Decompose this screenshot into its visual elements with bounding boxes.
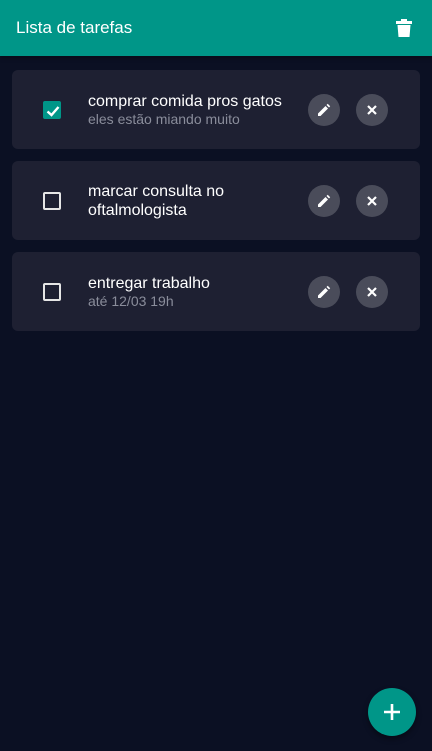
task-text: entregar trabalho até 12/03 19h — [88, 274, 294, 310]
pencil-icon — [318, 103, 331, 116]
page-title: Lista de tarefas — [16, 18, 133, 37]
task-checkbox[interactable] — [43, 282, 61, 301]
task-card: marcar consulta no oftalmologista — [12, 161, 420, 240]
task-text: comprar comida pros gatos eles estão mia… — [88, 92, 294, 128]
check-icon — [46, 105, 60, 117]
task-title: comprar comida pros gatos — [88, 92, 282, 110]
app-bar: Lista de tarefas — [0, 0, 432, 56]
task-subtitle: até 12/03 19h — [88, 292, 174, 309]
edit-button[interactable] — [308, 93, 340, 126]
close-icon — [367, 195, 377, 206]
add-task-button[interactable] — [368, 688, 416, 736]
task-card: comprar comida pros gatos eles estão mia… — [12, 70, 420, 149]
plus-icon — [384, 704, 400, 720]
delete-button[interactable] — [356, 184, 388, 217]
trash-icon[interactable] — [392, 16, 416, 40]
edit-button[interactable] — [308, 275, 340, 308]
close-icon — [367, 286, 377, 297]
pencil-icon — [318, 194, 331, 207]
pencil-icon — [318, 285, 331, 298]
task-checkbox[interactable] — [43, 191, 61, 210]
task-list: comprar comida pros gatos eles estão mia… — [12, 70, 420, 343]
edit-button[interactable] — [308, 184, 340, 217]
task-subtitle: eles estão miando muito — [88, 110, 240, 127]
close-icon — [367, 104, 377, 115]
delete-button[interactable] — [356, 93, 388, 126]
task-title: marcar consulta no oftalmologista — [88, 182, 225, 219]
task-card: entregar trabalho até 12/03 19h — [12, 252, 420, 331]
delete-button[interactable] — [356, 275, 388, 308]
task-text: marcar consulta no oftalmologista — [88, 182, 294, 220]
task-title: entregar trabalho — [88, 274, 210, 292]
task-checkbox[interactable] — [43, 100, 61, 119]
